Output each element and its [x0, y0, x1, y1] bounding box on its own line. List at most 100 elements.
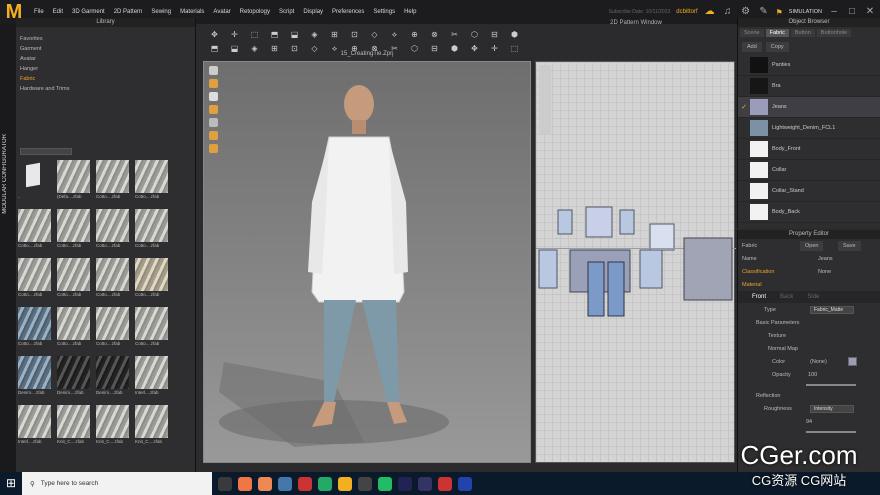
simulation-button[interactable]: SIMULATION: [789, 9, 822, 15]
toolbar-tool-icon[interactable]: ⊞: [330, 30, 339, 39]
daz-icon[interactable]: [358, 476, 372, 491]
fabric-thumbnail[interactable]: Knit_C....zfab: [96, 405, 129, 444]
fabric-thumbnail[interactable]: Cotto....zfab: [57, 209, 90, 248]
fabric-thumbnail[interactable]: Denim....zfab: [57, 356, 90, 395]
toolbar-tool-icon[interactable]: ✛: [230, 30, 239, 39]
pattern-piece[interactable]: [585, 206, 613, 238]
toolbar-tool-icon[interactable]: ⬒: [270, 30, 279, 39]
fabric-thumbnail[interactable]: Cotto....zfab: [57, 307, 90, 346]
toolbar-tool-icon[interactable]: ⬡: [470, 30, 479, 39]
basic-params-label[interactable]: Basic Parameters: [756, 320, 799, 326]
fabric-list-item[interactable]: Bra: [738, 76, 880, 97]
menu-materials[interactable]: Materials: [180, 9, 204, 15]
fabric-thumbnail[interactable]: Cotto....zfab: [96, 160, 129, 199]
fabric-thumbnail[interactable]: Cotto....zfab: [57, 258, 90, 297]
fabric-list-item[interactable]: ✓ Jeans: [738, 97, 880, 118]
modular-configurator-tab[interactable]: MODULAR CONFIGURATOR: [2, 134, 8, 214]
fabric-list-item[interactable]: Body_Front: [738, 139, 880, 160]
menu-file[interactable]: File: [34, 9, 44, 15]
toolbar-tool-icon[interactable]: ⊕: [410, 30, 419, 39]
tab-side[interactable]: Side: [807, 294, 819, 300]
chrome-icon[interactable]: [238, 476, 252, 491]
task-view-icon[interactable]: [218, 476, 232, 491]
tab-fabric[interactable]: Fabric: [765, 29, 789, 37]
menu-script[interactable]: Script: [279, 9, 294, 15]
fabric-list-item[interactable]: Collar: [738, 160, 880, 181]
menu-edit[interactable]: Edit: [53, 9, 63, 15]
fabric-thumbnail[interactable]: Interl....zfab: [135, 356, 168, 395]
menu-preferences[interactable]: Preferences: [332, 9, 364, 15]
fabric-thumbnail[interactable]: Cotto....zfab: [18, 209, 51, 248]
color-swatch[interactable]: [848, 357, 857, 366]
texture-label[interactable]: Texture: [768, 333, 786, 339]
fabric-thumbnail[interactable]: Cotto....zfab: [135, 307, 168, 346]
app-icon[interactable]: [298, 476, 312, 491]
fabric-thumbnail[interactable]: Cotto....zfab: [96, 209, 129, 248]
save-button[interactable]: Save: [838, 240, 861, 251]
type-dropdown[interactable]: Fabric_Matte: [810, 305, 854, 314]
fabric-thumbnail[interactable]: Denim....zfab: [96, 356, 129, 395]
library-search-input[interactable]: [20, 148, 72, 155]
toolbar-tool-icon[interactable]: ⬢: [510, 30, 519, 39]
menu-sewing[interactable]: Sewing: [151, 9, 171, 15]
roughness-slider[interactable]: [806, 431, 856, 433]
toolbar-tool-icon[interactable]: ⟡: [390, 30, 399, 39]
pattern-piece[interactable]: [557, 209, 573, 235]
settings-icon[interactable]: ⚙: [740, 6, 752, 18]
3d-viewport[interactable]: 15_CreatingTie.Zprj: [203, 51, 531, 463]
menu-avatar[interactable]: Avatar: [213, 9, 230, 15]
pattern-piece[interactable]: [607, 261, 625, 317]
fabric-thumbnail[interactable]: ..: [18, 160, 51, 199]
pattern-piece[interactable]: [619, 209, 635, 235]
library-item-hardware[interactable]: Hardware and Trims: [16, 83, 195, 93]
tab-button[interactable]: Button: [790, 29, 815, 37]
library-item-fabric[interactable]: Fabric: [16, 73, 195, 83]
clo-icon[interactable]: [338, 476, 352, 491]
fabric-thumbnail[interactable]: Cotto....zfab: [135, 160, 168, 199]
menu-display[interactable]: Display: [303, 9, 323, 15]
fabric-thumbnail[interactable]: Cotto....zfab: [18, 258, 51, 297]
fabric-thumbnail[interactable]: Cotto....zfab: [135, 258, 168, 297]
firefox-icon[interactable]: [258, 476, 272, 491]
user-name[interactable]: dcbittorf: [676, 9, 697, 15]
fabric-thumbnail[interactable]: Cotto....zfab: [18, 307, 51, 346]
windows-icon[interactable]: ⊞: [0, 472, 22, 495]
menu-settings[interactable]: Settings: [373, 9, 395, 15]
copy-button[interactable]: Copy: [765, 42, 789, 52]
pattern-piece[interactable]: [538, 249, 558, 289]
menu-2d-pattern[interactable]: 2D Pattern: [114, 9, 143, 15]
menu-retopology[interactable]: Retopology: [240, 9, 270, 15]
name-value[interactable]: Jeans: [818, 256, 833, 262]
pattern-piece[interactable]: [639, 249, 663, 289]
edge-icon[interactable]: [278, 476, 292, 491]
fabric-thumbnail[interactable]: Cotto....zfab: [96, 307, 129, 346]
menu-3d-garment[interactable]: 3D Garment: [72, 9, 105, 15]
tab-buttonhole[interactable]: Buttonhole: [816, 29, 852, 37]
maximize-icon[interactable]: □: [846, 6, 858, 18]
pattern-piece[interactable]: [649, 223, 675, 251]
fabric-list-item[interactable]: Panties: [738, 55, 880, 76]
app-icon[interactable]: [438, 476, 452, 491]
after-effects-icon[interactable]: [418, 476, 432, 491]
fabric-thumbnail[interactable]: Interl....zfab: [18, 405, 51, 444]
bell-icon[interactable]: ♫: [722, 6, 734, 18]
toolbar-tool-icon[interactable]: ✂: [450, 30, 459, 39]
2d-pattern-window[interactable]: 2D Pattern Window: [535, 20, 736, 463]
library-item-favorites[interactable]: Favorites: [16, 33, 195, 43]
fabric-thumbnail[interactable]: Denim....zfab: [18, 356, 51, 395]
normal-map-label[interactable]: Normal Map: [768, 346, 798, 352]
share-icon[interactable]: ✎: [758, 6, 770, 18]
toolbar-tool-icon[interactable]: ⊡: [350, 30, 359, 39]
pattern-piece[interactable]: [587, 261, 605, 317]
classification-value[interactable]: None: [818, 269, 831, 275]
material-label[interactable]: Material: [742, 282, 762, 288]
toolbar-tool-icon[interactable]: ◈: [310, 30, 319, 39]
fabric-list-item[interactable]: Body_Back: [738, 202, 880, 223]
fabric-thumbnail[interactable]: Cotto....zfab: [135, 209, 168, 248]
toolbar-tool-icon[interactable]: ⊗: [430, 30, 439, 39]
pattern-piece[interactable]: [683, 237, 733, 301]
app-icon[interactable]: [458, 476, 472, 491]
toolbar-tool-icon[interactable]: ⬚: [250, 30, 259, 39]
app-icon[interactable]: [318, 476, 332, 491]
minimize-icon[interactable]: –: [828, 6, 840, 18]
